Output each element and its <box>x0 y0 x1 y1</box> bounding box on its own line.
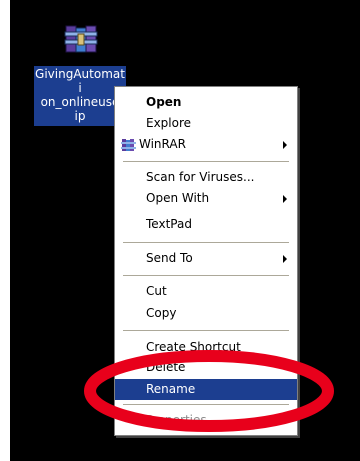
menu-item-open-with[interactable]: Open With <box>115 188 297 209</box>
menu-separator <box>123 242 289 243</box>
menu-item-label: Rename <box>146 382 196 396</box>
menu-item-label: Explore <box>146 116 192 130</box>
desktop: GivingAutomati on_onlineuse ip Open Expl… <box>10 0 360 461</box>
menu-item-rename[interactable]: Rename <box>115 379 297 400</box>
menu-item-create-shortcut[interactable]: Create Shortcut <box>115 337 297 358</box>
menu-separator <box>123 161 289 162</box>
submenu-arrow-icon <box>283 195 287 203</box>
menu-item-winrar[interactable]: WinRAR <box>115 134 297 155</box>
menu-item-label: Cut <box>146 284 167 298</box>
menu-item-label: Create Shortcut <box>146 340 241 354</box>
menu-item-label: Open <box>146 95 182 109</box>
menu-separator <box>123 275 289 276</box>
menu-item-explore[interactable]: Explore <box>115 113 297 134</box>
menu-item-label: Copy <box>146 306 177 320</box>
menu-item-label: TextPad <box>146 217 192 231</box>
menu-separator <box>123 404 289 405</box>
menu-item-open[interactable]: Open <box>115 92 297 113</box>
menu-item-cut[interactable]: Cut <box>115 281 297 302</box>
winrar-icon <box>121 139 136 151</box>
file-label-line-3: ip <box>74 109 86 123</box>
menu-item-label: Delete <box>146 360 186 374</box>
menu-item-label: Open With <box>146 191 210 205</box>
file-label-line-2: on_onlineuse <box>40 95 120 109</box>
submenu-arrow-icon <box>283 141 287 149</box>
submenu-arrow-icon <box>283 255 287 263</box>
menu-separator <box>123 330 289 331</box>
menu-item-scan-for-viruses[interactable]: Scan for Viruses... <box>115 167 297 188</box>
menu-item-send-to[interactable]: Send To <box>115 248 297 269</box>
menu-item-label: Properties <box>146 413 207 427</box>
context-menu: Open Explore WinRAR Scan for Viruses... … <box>114 86 298 436</box>
menu-item-label: Send To <box>146 251 193 265</box>
winrar-archive-icon <box>64 25 98 53</box>
menu-item-label: Scan for Viruses... <box>146 170 255 184</box>
menu-item-properties[interactable]: Properties <box>115 410 297 431</box>
file-label-line-1: GivingAutomati <box>35 67 125 95</box>
menu-item-copy[interactable]: Copy <box>115 303 297 324</box>
menu-item-label: WinRAR <box>139 137 186 151</box>
desktop-file-icon[interactable]: GivingAutomati on_onlineuse ip <box>34 0 126 126</box>
desktop-file-label[interactable]: GivingAutomati on_onlineuse ip <box>34 66 126 126</box>
menu-item-textpad[interactable]: TextPad <box>115 214 297 235</box>
menu-item-delete[interactable]: Delete <box>115 357 297 378</box>
